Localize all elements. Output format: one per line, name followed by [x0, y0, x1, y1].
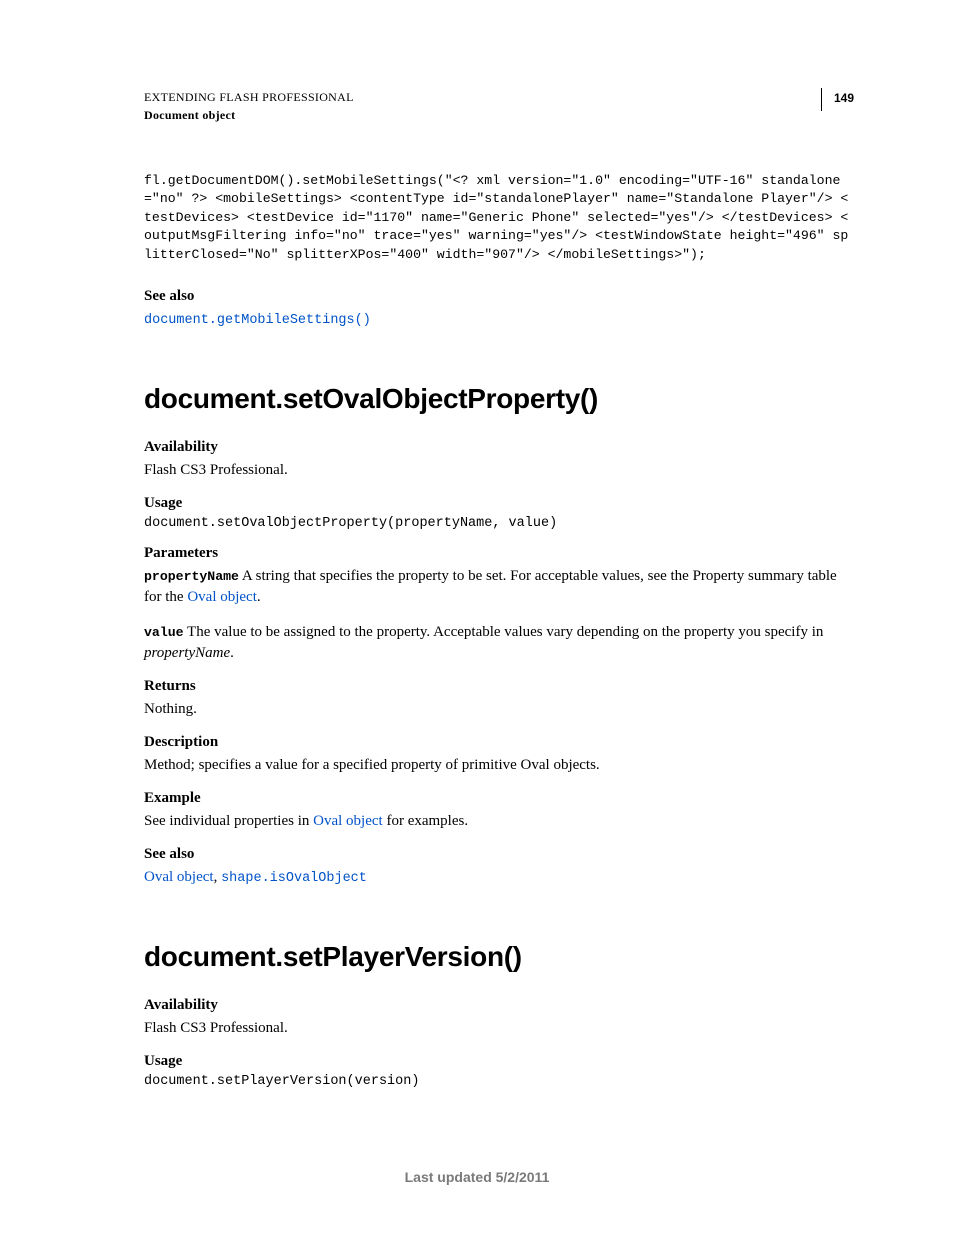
code-example-top: fl.getDocumentDOM().setMobileSettings("<… [144, 172, 854, 264]
see-also-sep: , [214, 869, 222, 885]
param-name-propertyname: propertyName [144, 569, 239, 584]
link-getmobilesettings[interactable]: document.getMobileSettings() [144, 313, 371, 328]
see-also-label: See also [144, 288, 854, 305]
usage-label-2: Usage [144, 1053, 854, 1070]
example-text: See individual properties in Oval object… [144, 811, 854, 832]
link-oval-object-2[interactable]: Oval object [313, 813, 383, 829]
page-header: EXTENDING FLASH PROFESSIONAL Document ob… [144, 88, 854, 124]
param-text-2a: The value to be assigned to the property… [184, 624, 824, 640]
usage-code-2: document.setPlayerVersion(version) [144, 1074, 854, 1089]
chapter-title: Document object [144, 106, 354, 124]
parameter-propertyname: propertyName A string that specifies the… [144, 566, 854, 608]
link-oval-object-3[interactable]: Oval object [144, 869, 214, 885]
parameters-label: Parameters [144, 545, 854, 562]
see-also-links-2: Oval object, shape.isOvalObject [144, 867, 854, 889]
description-text: Method; specifies a value for a specifie… [144, 755, 854, 776]
param-italic-propertyname: propertyName [144, 645, 230, 661]
example-text-a: See individual properties in [144, 813, 313, 829]
availability-text: Flash CS3 Professional. [144, 460, 854, 481]
availability-text-2: Flash CS3 Professional. [144, 1018, 854, 1039]
method-title-setplayerversion: document.setPlayerVersion() [144, 941, 854, 973]
returns-text: Nothing. [144, 699, 854, 720]
example-text-b: for examples. [383, 813, 468, 829]
param-text-1b: . [257, 589, 261, 605]
parameter-value: value The value to be assigned to the pr… [144, 622, 854, 664]
method-title-setovalobjectproperty: document.setOvalObjectProperty() [144, 383, 854, 415]
book-title: EXTENDING FLASH PROFESSIONAL [144, 88, 354, 106]
availability-label-2: Availability [144, 997, 854, 1014]
link-shape-isovalobject[interactable]: shape.isOvalObject [221, 871, 367, 886]
link-oval-object-1[interactable]: Oval object [187, 589, 257, 605]
see-also-label-2: See also [144, 846, 854, 863]
param-text-2b: . [230, 645, 234, 661]
example-label: Example [144, 790, 854, 807]
page-footer: Last updated 5/2/2011 [0, 1169, 954, 1185]
header-titles: EXTENDING FLASH PROFESSIONAL Document ob… [144, 88, 354, 124]
page-number: 149 [834, 91, 854, 105]
param-name-value: value [144, 625, 184, 640]
availability-label: Availability [144, 439, 854, 456]
returns-label: Returns [144, 678, 854, 695]
page-content: EXTENDING FLASH PROFESSIONAL Document ob… [0, 0, 954, 1235]
see-also-links: document.getMobileSettings() [144, 309, 854, 331]
description-label: Description [144, 734, 854, 751]
page-number-box: 149 [821, 88, 854, 111]
usage-label: Usage [144, 495, 854, 512]
usage-code: document.setOvalObjectProperty(propertyN… [144, 516, 854, 531]
